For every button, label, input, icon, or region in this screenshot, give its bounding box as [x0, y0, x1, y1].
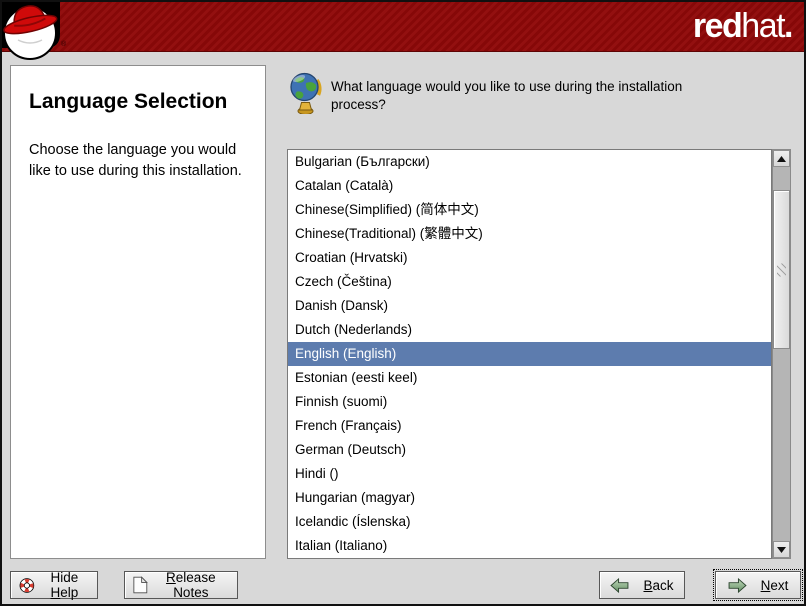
language-list-scrollbar[interactable]	[772, 149, 791, 559]
back-button[interactable]: Back	[599, 571, 685, 599]
back-label: Back	[643, 578, 673, 593]
brand-red: red	[693, 7, 741, 45]
arrow-left-icon	[610, 578, 629, 593]
language-list-item[interactable]: German (Deutsch)	[288, 438, 771, 462]
arrow-right-icon	[728, 578, 747, 593]
brand-period: .	[784, 7, 792, 45]
help-panel: Language Selection Choose the language y…	[10, 65, 266, 559]
language-list-item[interactable]: English (English)	[288, 342, 771, 366]
scroll-down-button[interactable]	[773, 541, 790, 558]
redhat-wordmark: redhat.	[693, 4, 792, 48]
hide-help-button[interactable]: Hide Help	[10, 571, 98, 599]
release-notes-label: Release Notes	[153, 570, 229, 600]
globe-icon	[289, 71, 322, 114]
scrollbar-grip	[777, 263, 786, 276]
hide-help-label: Hide Help	[40, 570, 89, 600]
arrow-down-icon	[777, 547, 786, 553]
scrollbar-trough[interactable]	[773, 167, 790, 541]
language-list-item[interactable]: Finnish (suomi)	[288, 390, 771, 414]
question-text: What language would you like to use duri…	[331, 78, 723, 114]
installer-window: redhat. ® Language Selection Choose the …	[0, 0, 806, 606]
language-list-item[interactable]: Icelandic (Íslenska)	[288, 510, 771, 534]
language-list[interactable]: Bulgarian (Български) Catalan (Català) C…	[287, 149, 772, 559]
arrow-up-icon	[777, 156, 786, 162]
language-list-item[interactable]: Hungarian (magyar)	[288, 486, 771, 510]
language-list-item[interactable]: Chinese(Traditional) (繁體中文)	[288, 222, 771, 246]
registered-mark: ®	[61, 40, 67, 48]
language-list-item[interactable]: Catalan (Català)	[288, 174, 771, 198]
page-title: Language Selection	[29, 90, 249, 114]
language-list-item[interactable]: Estonian (eesti keel)	[288, 366, 771, 390]
scroll-up-button[interactable]	[773, 150, 790, 167]
language-list-item[interactable]: Hindi ()	[288, 462, 771, 486]
language-list-item[interactable]: Czech (Čeština)	[288, 270, 771, 294]
next-button[interactable]: Next	[715, 571, 801, 599]
release-notes-button[interactable]: Release Notes	[124, 571, 238, 599]
next-label: Next	[761, 578, 789, 593]
header-banner: redhat.	[2, 2, 804, 52]
language-list-item[interactable]: Dutch (Nederlands)	[288, 318, 771, 342]
language-list-item[interactable]: French (Français)	[288, 414, 771, 438]
question-row: What language would you like to use duri…	[289, 71, 723, 114]
scrollbar-thumb[interactable]	[773, 190, 790, 349]
language-list-item[interactable]: Italian (Italiano)	[288, 534, 771, 558]
language-list-item[interactable]: Bulgarian (Български)	[288, 150, 771, 174]
help-text: Choose the language you would like to us…	[29, 140, 249, 182]
document-icon	[133, 575, 148, 595]
language-list-item[interactable]: Chinese(Simplified) (简体中文)	[288, 198, 771, 222]
language-list-item[interactable]: Croatian (Hrvatski)	[288, 246, 771, 270]
brand-hat: hat	[741, 7, 784, 45]
lifebuoy-icon	[19, 576, 35, 595]
redhat-shadowman-logo: ®	[2, 2, 72, 64]
language-list-item[interactable]: Danish (Dansk)	[288, 294, 771, 318]
